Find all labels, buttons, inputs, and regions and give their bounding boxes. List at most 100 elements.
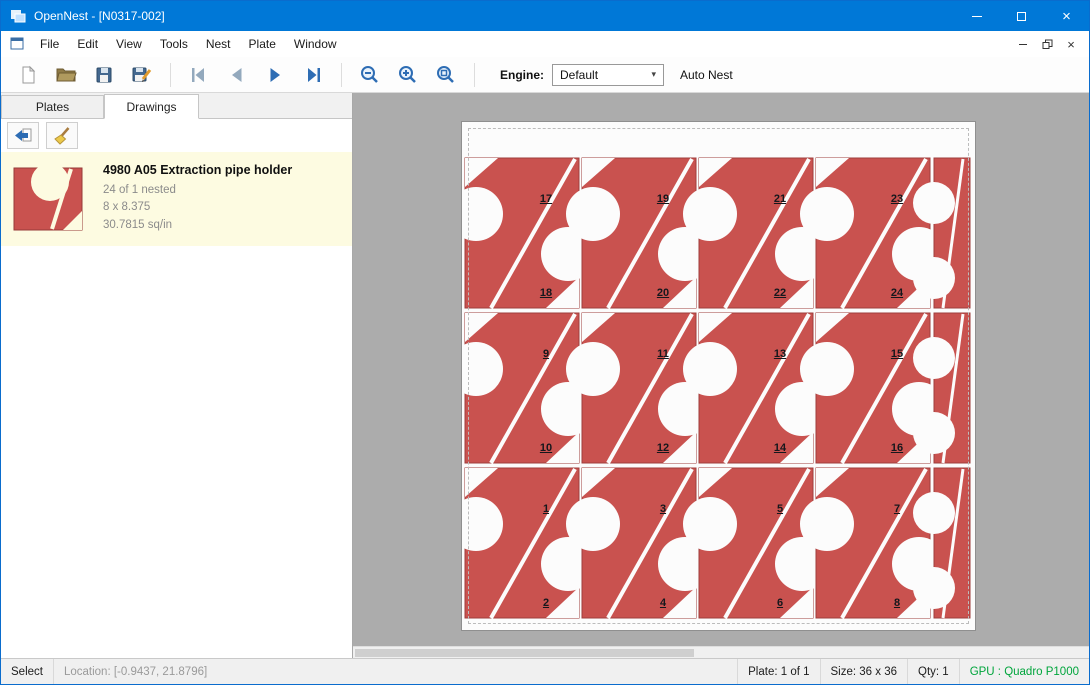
drawing-title: 4980 A05 Extraction pipe holder: [103, 163, 292, 177]
part-number[interactable]: 11: [657, 348, 669, 360]
part-number[interactable]: 16: [891, 442, 903, 454]
drawing-list-item[interactable]: 4980 A05 Extraction pipe holder 24 of 1 …: [1, 152, 352, 246]
open-file-button[interactable]: [51, 60, 81, 90]
menu-view[interactable]: View: [107, 31, 151, 57]
engine-select[interactable]: Default ▾: [552, 64, 664, 86]
left-panel: Plates Drawings: [1, 93, 353, 658]
clear-drawings-button[interactable]: [46, 122, 78, 149]
part-number[interactable]: 22: [774, 287, 786, 299]
main-area: Plates Drawings: [1, 93, 1089, 658]
zoom-out-button[interactable]: [355, 60, 385, 90]
auto-nest-button[interactable]: Auto Nest: [680, 68, 733, 82]
import-drawing-icon: [13, 127, 33, 145]
tab-plates[interactable]: Plates: [1, 95, 104, 118]
menu-nest[interactable]: Nest: [197, 31, 240, 57]
horizontal-scrollbar-thumb[interactable]: [355, 649, 694, 657]
save-icon: [95, 66, 113, 84]
app-icon: [10, 8, 26, 24]
part-number[interactable]: 12: [657, 442, 669, 454]
new-file-icon: [18, 65, 38, 85]
minimize-button[interactable]: [954, 1, 999, 31]
part-number[interactable]: 14: [774, 442, 786, 454]
next-plate-icon: [265, 65, 285, 85]
drawing-item-text: 4980 A05 Extraction pipe holder 24 of 1 …: [103, 161, 292, 237]
menu-bar: File Edit View Tools Nest Plate Window ×: [1, 31, 1089, 57]
part-number[interactable]: 13: [774, 348, 786, 360]
status-gpu: GPU : Quadro P1000: [960, 659, 1089, 684]
menu-tools[interactable]: Tools: [151, 31, 197, 57]
save-button[interactable]: [89, 60, 119, 90]
first-plate-icon: [189, 65, 209, 85]
part-number[interactable]: 9: [543, 348, 549, 360]
horizontal-scrollbar[interactable]: [353, 646, 1089, 658]
menu-file[interactable]: File: [31, 31, 68, 57]
open-folder-icon: [55, 66, 77, 84]
part-number[interactable]: 19: [657, 193, 669, 205]
toolbar-separator: [170, 63, 171, 87]
drawings-toolbar: [1, 119, 352, 152]
maximize-icon: [1017, 12, 1026, 21]
window-controls: ×: [954, 1, 1089, 31]
menu-plate[interactable]: Plate: [240, 31, 285, 57]
new-file-button[interactable]: [13, 60, 43, 90]
status-size: Size: 36 x 36: [821, 659, 907, 684]
part-number[interactable]: 4: [660, 597, 666, 609]
drawing-area: 30.7815 sq/in: [103, 217, 292, 234]
minimize-icon: [972, 16, 982, 17]
first-plate-button[interactable]: [184, 60, 214, 90]
part-number[interactable]: 24: [891, 287, 903, 299]
toolbar-separator: [474, 63, 475, 87]
status-mode: Select: [1, 659, 53, 684]
mdi-restore-icon: [1042, 39, 1053, 50]
part-number[interactable]: 3: [660, 503, 666, 515]
drawing-size: 8 x 8.375: [103, 199, 292, 216]
part-number[interactable]: 6: [777, 597, 783, 609]
window-title: OpenNest - [N0317-002]: [34, 9, 165, 23]
toolbar-separator: [341, 63, 342, 87]
part-number[interactable]: 18: [540, 287, 552, 299]
part-number[interactable]: 5: [777, 503, 783, 515]
part-number[interactable]: 1: [543, 503, 549, 515]
mdi-close-button[interactable]: ×: [1061, 35, 1081, 53]
mdi-restore-button[interactable]: [1037, 35, 1057, 53]
part-number[interactable]: 23: [891, 193, 903, 205]
zoom-fit-button[interactable]: [431, 60, 461, 90]
engine-select-value: Default: [560, 68, 598, 82]
part-number[interactable]: 10: [540, 442, 552, 454]
broom-icon: [52, 126, 72, 146]
part-number[interactable]: 15: [891, 348, 903, 360]
last-plate-icon: [303, 65, 323, 85]
drawings-list: 4980 A05 Extraction pipe holder 24 of 1 …: [1, 152, 352, 658]
nest-canvas[interactable]: 171819202122232491011121314151612345678: [353, 93, 1089, 658]
next-plate-button[interactable]: [260, 60, 290, 90]
document-icon[interactable]: [9, 36, 25, 52]
close-button[interactable]: ×: [1044, 1, 1089, 31]
part-number[interactable]: 8: [894, 597, 900, 609]
zoom-out-icon: [360, 65, 380, 85]
menu-edit[interactable]: Edit: [68, 31, 107, 57]
import-drawing-button[interactable]: [7, 122, 39, 149]
part-number[interactable]: 7: [894, 503, 900, 515]
mdi-window-controls: ×: [1013, 35, 1089, 53]
part-number[interactable]: 2: [543, 597, 549, 609]
mdi-close-icon: ×: [1067, 38, 1075, 51]
zoom-in-icon: [398, 65, 418, 85]
previous-plate-button[interactable]: [222, 60, 252, 90]
zoom-in-button[interactable]: [393, 60, 423, 90]
maximize-button[interactable]: [999, 1, 1044, 31]
panel-tabs: Plates Drawings: [1, 93, 352, 119]
plate[interactable]: 171819202122232491011121314151612345678: [461, 121, 976, 631]
main-toolbar: Engine: Default ▾ Auto Nest: [1, 57, 1089, 93]
zoom-fit-icon: [436, 65, 456, 85]
tab-drawings[interactable]: Drawings: [104, 94, 199, 119]
mdi-minimize-button[interactable]: [1013, 35, 1033, 53]
part-number[interactable]: 21: [774, 193, 786, 205]
save-edit-button[interactable]: [127, 60, 157, 90]
part-number[interactable]: 20: [657, 287, 669, 299]
last-plate-button[interactable]: [298, 60, 328, 90]
app-window: OpenNest - [N0317-002] × File Edit View …: [0, 0, 1090, 685]
title-bar: OpenNest - [N0317-002] ×: [1, 1, 1089, 31]
menu-window[interactable]: Window: [285, 31, 346, 57]
part-number[interactable]: 17: [540, 193, 552, 205]
mdi-minimize-icon: [1019, 44, 1027, 45]
